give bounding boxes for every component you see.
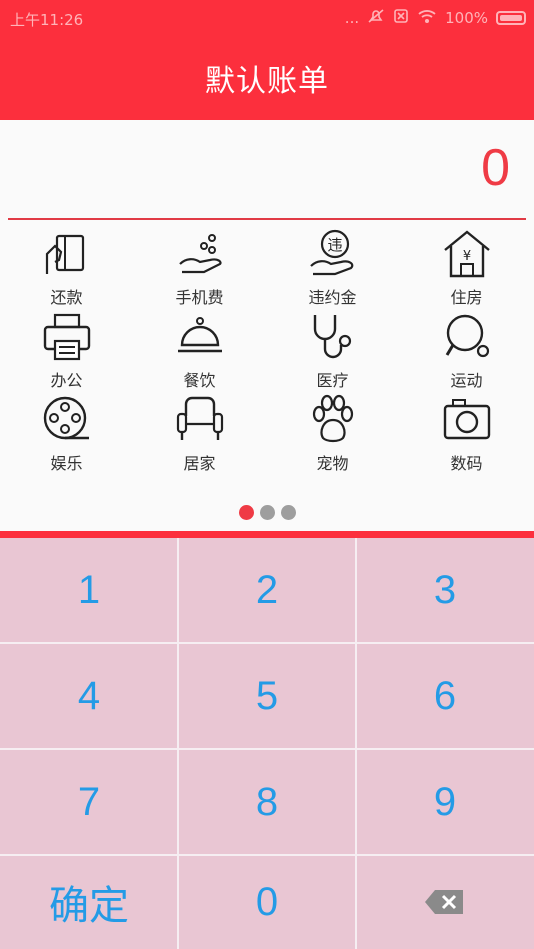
page-dot-1[interactable] [238, 505, 254, 520]
category-label: 医疗 [316, 371, 349, 390]
category-label: 宠物 [316, 454, 349, 473]
keypad-divider [355, 538, 357, 949]
category-office[interactable]: 办公 [0, 311, 133, 391]
page-indicator [0, 505, 534, 520]
camera-icon [443, 399, 490, 440]
category-label: 还款 [50, 288, 83, 307]
status-icons: ... 100% [345, 8, 526, 28]
battery-text: 100% [445, 9, 488, 27]
amount-value: 0 [481, 139, 510, 197]
key-8[interactable]: 8 [178, 749, 356, 855]
svg-text:违: 违 [327, 236, 342, 254]
page-dot-3[interactable] [280, 505, 296, 520]
key-4[interactable]: 4 [0, 643, 178, 749]
food-dome-icon [177, 317, 222, 353]
category-label: 手机费 [175, 288, 224, 307]
category-dining[interactable]: 餐饮 [133, 311, 266, 391]
category-entertainment[interactable]: 娱乐 [0, 394, 133, 474]
category-label: 数码 [450, 454, 483, 473]
keypad-divider [177, 538, 179, 949]
pingpong-icon [445, 314, 489, 358]
stethoscope-icon [313, 315, 351, 359]
backspace-icon [425, 890, 463, 914]
coins-hand-icon [178, 234, 222, 274]
confirm-button[interactable]: 确定 [0, 855, 178, 949]
amount-display: 0 [0, 120, 534, 220]
sim-icon [393, 8, 409, 28]
category-housing[interactable]: ¥ 住房 [400, 228, 533, 308]
category-label: 违约金 [308, 288, 357, 307]
house-yuan-icon: ¥ [443, 230, 490, 278]
keypad-top-bar [0, 531, 534, 538]
svg-text:¥: ¥ [462, 249, 470, 264]
category-label: 运动 [450, 371, 483, 390]
category-penalty[interactable]: 违 违约金 [266, 228, 399, 308]
category-home[interactable]: 居家 [133, 394, 266, 474]
key-3[interactable]: 3 [356, 538, 534, 643]
wifi-icon [417, 8, 437, 28]
status-time: 上午11:26 [10, 11, 84, 29]
film-reel-icon [43, 396, 89, 440]
card-hand-icon [45, 234, 84, 274]
amount-underline [8, 218, 526, 220]
key-2[interactable]: 2 [178, 538, 356, 643]
key-9[interactable]: 9 [356, 749, 534, 855]
keypad-divider [0, 642, 534, 644]
category-label: 餐饮 [183, 371, 216, 390]
key-6[interactable]: 6 [356, 643, 534, 749]
mute-alarm-icon [367, 8, 385, 28]
category-phone-bill[interactable]: 手机费 [133, 228, 266, 308]
paw-icon [312, 394, 353, 443]
key-0[interactable]: 0 [178, 855, 356, 949]
more-dots-icon: ... [344, 9, 360, 27]
category-medical[interactable]: 医疗 [266, 311, 399, 391]
app-header: 上午11:26 ... 100% 默认账单 [0, 0, 534, 120]
key-5[interactable]: 5 [178, 643, 356, 749]
armchair-icon [176, 396, 223, 440]
category-label: 居家 [183, 454, 216, 473]
status-bar: 上午11:26 ... 100% [0, 0, 534, 36]
keypad-divider [0, 854, 534, 856]
category-pet[interactable]: 宠物 [266, 394, 399, 474]
page-title: 默认账单 [205, 64, 329, 99]
penalty-hand-icon: 违 [309, 229, 353, 276]
keypad-divider [0, 748, 534, 750]
category-label: 住房 [450, 288, 483, 307]
key-1[interactable]: 1 [0, 538, 178, 643]
category-sports[interactable]: 运动 [400, 311, 533, 391]
category-repayment[interactable]: 还款 [0, 228, 133, 308]
page-dot-2[interactable] [259, 505, 275, 520]
key-7[interactable]: 7 [0, 749, 178, 855]
category-label: 娱乐 [50, 454, 83, 473]
category-label: 办公 [50, 371, 83, 390]
backspace-button[interactable] [356, 855, 534, 949]
printer-icon [43, 313, 90, 361]
category-digital[interactable]: 数码 [400, 394, 533, 474]
battery-icon [496, 11, 526, 25]
